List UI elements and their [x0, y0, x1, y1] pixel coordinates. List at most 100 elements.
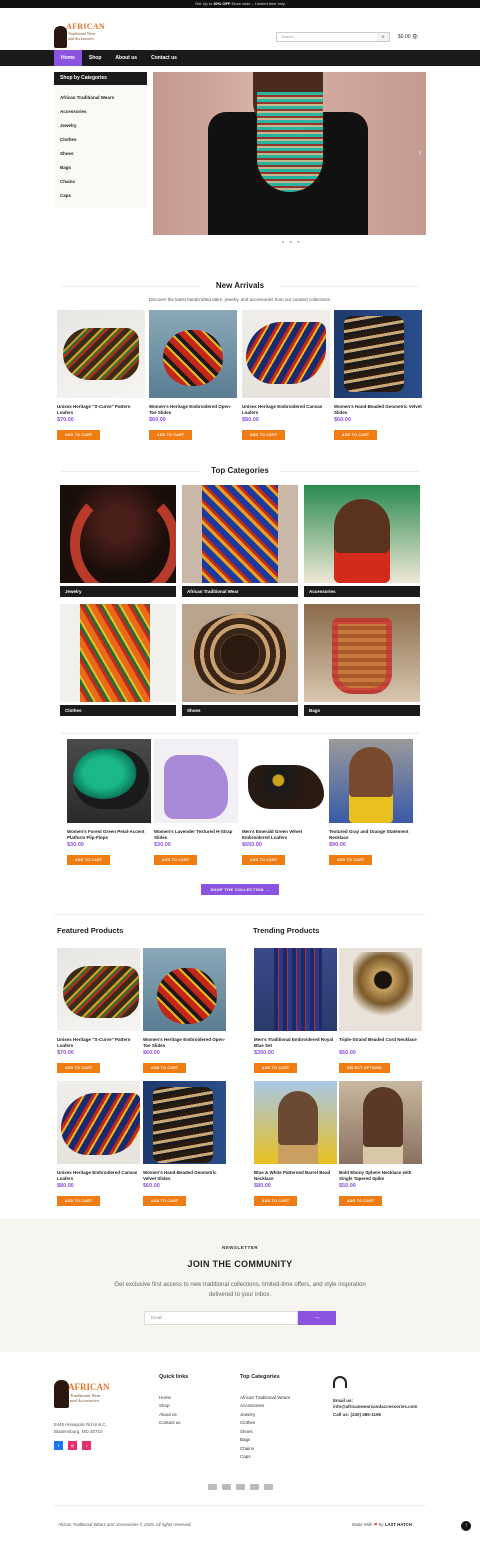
product-card[interactable]: Women's Lavender Textured H-Strap Slides…	[154, 739, 238, 866]
product-name[interactable]: Men's Traditional Embroidered Royal Blue…	[254, 1037, 337, 1049]
category-image[interactable]	[182, 604, 298, 702]
product-name[interactable]: Unisex Heritage "S-Curve" Pattern Loafer…	[57, 404, 145, 416]
sidebar-item-accessories[interactable]: Accessories	[54, 105, 147, 119]
email-field[interactable]: Email	[144, 1311, 298, 1325]
footer-link-shop[interactable]: Shop	[159, 1403, 170, 1408]
email-link[interactable]: info@africanwearsandaccessories.com	[333, 1404, 417, 1409]
product-image[interactable]	[254, 948, 337, 1031]
product-image[interactable]	[334, 310, 422, 398]
footer-link-about-us[interactable]: About us	[159, 1412, 177, 1417]
product-image[interactable]	[149, 310, 237, 398]
category-image[interactable]	[304, 485, 420, 583]
site-logo[interactable]: AFRICAN Traditional Wear and Accessories	[54, 22, 110, 52]
scroll-to-top-button[interactable]: ↑	[461, 1521, 471, 1531]
search-input[interactable]: Search... ⌕	[276, 32, 390, 42]
category-label[interactable]: African Traditional Wear	[182, 586, 298, 597]
phone-link[interactable]: Call us: (240) 486-1156	[333, 1412, 381, 1417]
search-icon[interactable]: ⌕	[377, 33, 389, 41]
product-image[interactable]	[242, 739, 326, 823]
add-to-cart-button[interactable]: ADD TO CART	[149, 430, 193, 440]
add-to-cart-button[interactable]: ADD TO CART	[67, 855, 111, 865]
category-image[interactable]	[60, 485, 176, 583]
nav-about-us[interactable]: About us	[108, 50, 144, 66]
product-name[interactable]: Women's Lavender Textured H-Strap Slides	[154, 829, 238, 841]
footer-cat-shoes[interactable]: Shoes	[240, 1429, 253, 1434]
footer-cat-clothes[interactable]: Clothes	[240, 1420, 255, 1425]
product-image[interactable]	[339, 948, 422, 1031]
sidebar-item-bags[interactable]: Bags	[54, 161, 147, 175]
product-card[interactable]: Women's Hand-Beaded Geometric Velvet Sli…	[143, 1081, 226, 1207]
product-card[interactable]: Unisex Heritage "S-Curve" Pattern Loafer…	[57, 948, 140, 1074]
category-image[interactable]	[60, 604, 176, 702]
tiktok-icon[interactable]: ♪	[82, 1441, 91, 1450]
product-name[interactable]: Men's Emerald Green Velvet Embroidered L…	[242, 829, 326, 841]
product-card[interactable]: Unisex Heritage "S-Curve" Pattern Loafer…	[57, 310, 145, 441]
product-card[interactable]: Textured Gray and Orange Statement Neckl…	[329, 739, 413, 866]
product-card[interactable]: Men's Emerald Green Velvet Embroidered L…	[242, 739, 326, 866]
footer-cat-african-traditional-wears[interactable]: African Traditional Wears	[240, 1395, 290, 1400]
category-label[interactable]: Jewelry	[60, 586, 176, 597]
product-name[interactable]: Women's Heritage Embroidered Open-Toe Sl…	[143, 1037, 226, 1049]
category-tile-shoes[interactable]: Shoes	[182, 604, 298, 716]
product-image[interactable]	[339, 1081, 422, 1164]
chevron-right-icon[interactable]: ›	[418, 148, 421, 157]
add-to-cart-button[interactable]: ADD TO CART	[254, 1196, 298, 1206]
add-to-cart-button[interactable]: ADD TO CART	[57, 1063, 101, 1073]
footer-cat-accessories[interactable]: Accessories	[240, 1403, 264, 1408]
product-card[interactable]: Blue & White Patterned Barrel Bead Neckl…	[254, 1081, 337, 1207]
add-to-cart-button[interactable]: ADD TO CART	[143, 1063, 187, 1073]
slider-dots[interactable]: ● ● ●	[282, 239, 301, 244]
add-to-cart-button[interactable]: ADD TO CART	[334, 430, 378, 440]
product-image[interactable]	[329, 739, 413, 823]
nav-home[interactable]: Home	[54, 50, 82, 66]
footer-cat-caps[interactable]: Caps	[240, 1454, 251, 1459]
category-label[interactable]: Clothes	[60, 705, 176, 716]
product-name[interactable]: Blue & White Patterned Barrel Bead Neckl…	[254, 1170, 337, 1182]
product-image[interactable]	[154, 739, 238, 823]
add-to-cart-button[interactable]: ADD TO CART	[57, 430, 101, 440]
nav-shop[interactable]: Shop	[82, 50, 109, 66]
subscribe-button[interactable]: →	[298, 1311, 336, 1325]
nav-contact-us[interactable]: Contact us	[144, 50, 184, 66]
category-tile-african-traditional-wear[interactable]: African Traditional Wear	[182, 485, 298, 597]
sidebar-item-african-traditional-wears[interactable]: African Traditional Wears	[54, 91, 147, 105]
product-image[interactable]	[254, 1081, 337, 1164]
product-name[interactable]: Bold Ebony Sphere Necklace with Single T…	[339, 1170, 422, 1182]
product-name[interactable]: Unisex Heritage Embroidered Canvas Loafe…	[57, 1170, 140, 1182]
add-to-cart-button[interactable]: ADD TO CART	[339, 1196, 383, 1206]
footer-cat-chains[interactable]: Chains	[240, 1446, 254, 1451]
product-card[interactable]: Women's Forest Green Petal-Accent Platfo…	[67, 739, 151, 866]
shop-the-collection-button[interactable]: SHOP THE COLLECTION →	[201, 884, 279, 895]
product-name[interactable]: Women's Forest Green Petal-Accent Platfo…	[67, 829, 151, 841]
product-name[interactable]: Women's Heritage Embroidered Open-Toe Sl…	[149, 404, 237, 416]
product-image[interactable]	[242, 310, 330, 398]
product-name[interactable]: Unisex Heritage "S-Curve" Pattern Loafer…	[57, 1037, 140, 1049]
facebook-icon[interactable]: f	[54, 1441, 63, 1450]
sidebar-item-jewelry[interactable]: Jewelry	[54, 119, 147, 133]
add-to-cart-button[interactable]: ADD TO CART	[154, 855, 198, 865]
product-card[interactable]: Triple-Strand Beaded Cord Necklace $60.0…	[339, 948, 422, 1074]
product-card[interactable]: Women's Heritage Embroidered Open-Toe Sl…	[143, 948, 226, 1074]
product-card[interactable]: Men's Traditional Embroidered Royal Blue…	[254, 948, 337, 1074]
category-label[interactable]: Accessories	[304, 586, 420, 597]
category-image[interactable]	[182, 485, 298, 583]
product-image[interactable]	[57, 1081, 140, 1164]
product-name[interactable]: Women's Hand-Beaded Geometric Velvet Sli…	[334, 404, 422, 416]
sidebar-item-chains[interactable]: Chains	[54, 175, 147, 189]
category-image[interactable]	[304, 604, 420, 702]
category-tile-bags[interactable]: Bags	[304, 604, 420, 716]
add-to-cart-button[interactable]: ADD TO CART	[242, 430, 286, 440]
sidebar-item-clothes[interactable]: Clothes	[54, 133, 147, 147]
instagram-icon[interactable]: ◎	[68, 1441, 77, 1450]
product-image[interactable]	[143, 1081, 226, 1164]
footer-link-home[interactable]: Home	[159, 1395, 171, 1400]
footer-cat-bags[interactable]: Bags	[240, 1437, 250, 1442]
category-tile-accessories[interactable]: Accessories	[304, 485, 420, 597]
sidebar-item-shoes[interactable]: Shoes	[54, 147, 147, 161]
product-name[interactable]: Women's Hand-Beaded Geometric Velvet Sli…	[143, 1170, 226, 1182]
add-to-cart-button[interactable]: ADD TO CART	[242, 855, 286, 865]
product-image[interactable]	[67, 739, 151, 823]
product-card[interactable]: Unisex Heritage Embroidered Canvas Loafe…	[242, 310, 330, 441]
footer-cat-jewelry[interactable]: Jewelry	[240, 1412, 255, 1417]
category-label[interactable]: Shoes	[182, 705, 298, 716]
